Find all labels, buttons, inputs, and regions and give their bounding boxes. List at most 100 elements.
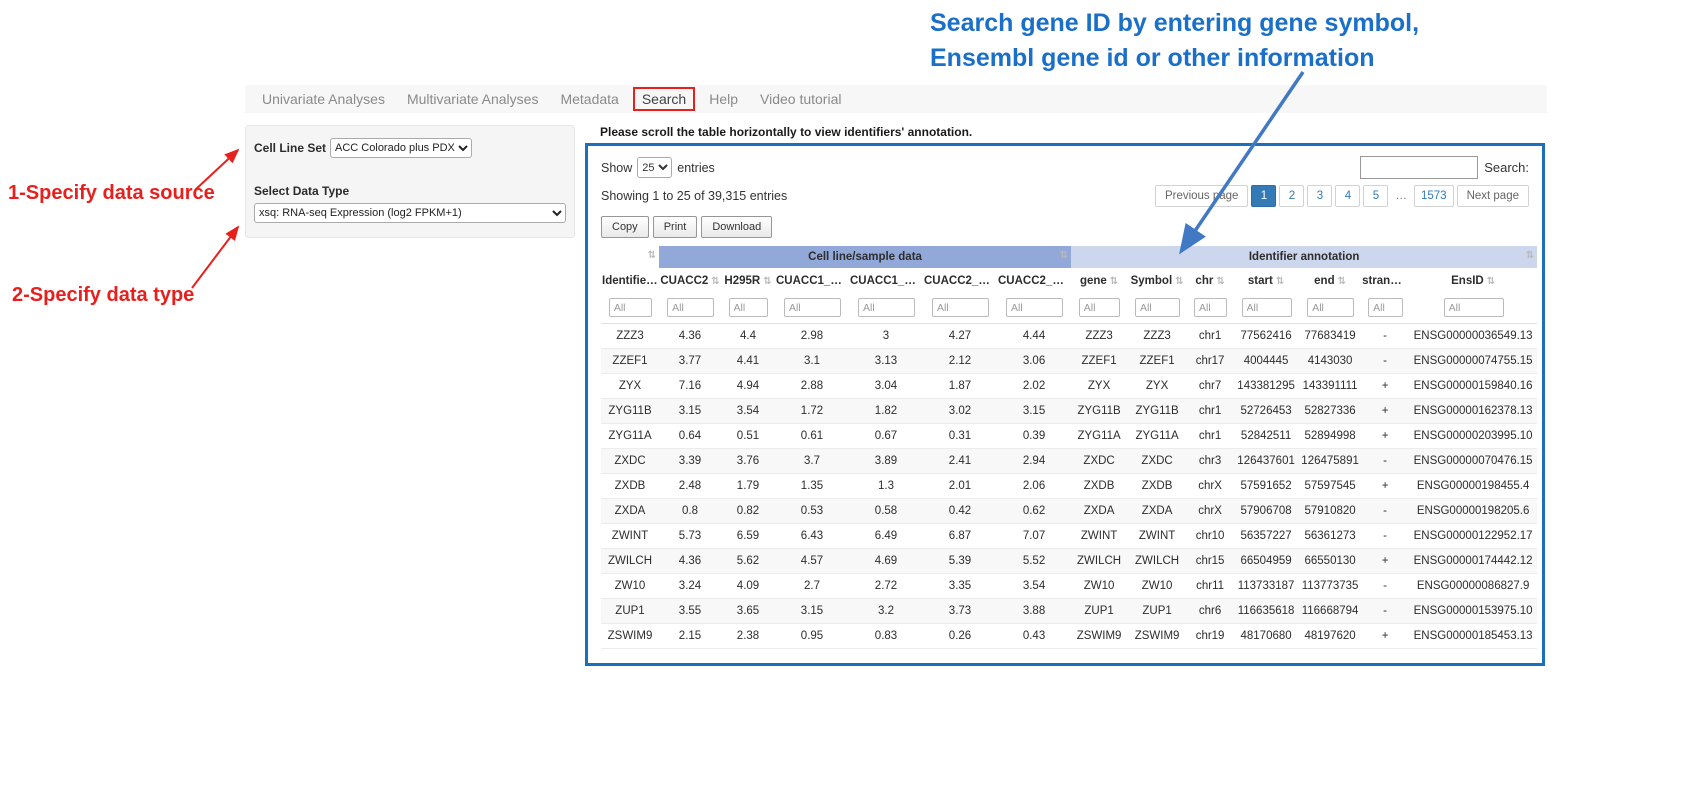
print-button[interactable]: Print	[653, 216, 698, 238]
column-header-identifier[interactable]: Identifier⇅	[601, 268, 659, 294]
nav-item-univariate-analyses[interactable]: Univariate Analyses	[251, 87, 396, 111]
filter-input-start[interactable]	[1242, 298, 1292, 317]
column-header-start[interactable]: start⇅	[1233, 268, 1299, 294]
annotation-step2: 2-Specify data type	[12, 284, 194, 307]
nav-item-search[interactable]: Search	[633, 87, 695, 111]
cell-chr: chr10	[1187, 524, 1233, 549]
cell-ensid: ENSG00000159840.16	[1409, 374, 1537, 399]
page-button-4[interactable]: 4	[1335, 185, 1360, 207]
sort-icon: ⇅	[1110, 276, 1118, 287]
pagination-ellipsis: …	[1391, 190, 1411, 202]
next-page-button[interactable]: Next page	[1457, 185, 1529, 207]
cell-ensid: ENSG00000036549.13	[1409, 324, 1537, 349]
table-row-zyx[interactable]: ZYX7.164.942.883.041.872.02ZYXZYXchr7143…	[601, 374, 1537, 399]
table-row-zwilch[interactable]: ZWILCH4.365.624.574.695.395.52ZWILCHZWIL…	[601, 549, 1537, 574]
cell-start: 113733187	[1233, 574, 1299, 599]
page-button-1[interactable]: 1	[1251, 185, 1276, 207]
cell-ensid: ENSG00000162378.13	[1409, 399, 1537, 424]
group-header-identifier-annotation[interactable]: Identifier annotation⇅	[1071, 246, 1537, 268]
data-type-select[interactable]: xsq: RNA-seq Expression (log2 FPKM+1)	[254, 203, 566, 223]
cell-cuacc2_f1: 5.39	[923, 549, 997, 574]
column-header-ensid[interactable]: EnsID⇅	[1409, 268, 1537, 294]
column-header-symbol[interactable]: Symbol⇅	[1127, 268, 1187, 294]
column-header-cuacc2_f2[interactable]: CUACC2_F2⇅	[997, 268, 1071, 294]
cell-start: 77562416	[1233, 324, 1299, 349]
column-header-cuacc1_f2[interactable]: CUACC1_F2⇅	[849, 268, 923, 294]
cell-gene: ZXDB	[1071, 474, 1127, 499]
cell-line-set-select[interactable]: ACC Colorado plus PDX	[330, 138, 472, 158]
cell-symbol: ZZZ3	[1127, 324, 1187, 349]
cell-chr: chr19	[1187, 624, 1233, 649]
filter-input-symbol[interactable]	[1135, 298, 1180, 317]
sort-icon: ⇅	[1175, 276, 1183, 287]
filter-input-cuacc2[interactable]	[667, 298, 714, 317]
table-row-zw10[interactable]: ZW103.244.092.72.723.353.54ZW10ZW10chr11…	[601, 574, 1537, 599]
cell-start: 57906708	[1233, 499, 1299, 524]
cell-symbol: ZW10	[1127, 574, 1187, 599]
filter-input-end[interactable]	[1307, 298, 1354, 317]
table-row-zyg11b[interactable]: ZYG11B3.153.541.721.823.023.15ZYG11BZYG1…	[601, 399, 1537, 424]
filter-input-cuacc1_f1[interactable]	[784, 298, 841, 317]
column-header-cuacc2_f1[interactable]: CUACC2_F1⇅	[923, 268, 997, 294]
nav-item-video-tutorial[interactable]: Video tutorial	[749, 87, 852, 111]
table-row-zwint[interactable]: ZWINT5.736.596.436.496.877.07ZWINTZWINTc…	[601, 524, 1537, 549]
column-header-cuacc1_f1[interactable]: CUACC1_F1⇅	[775, 268, 849, 294]
cell-cuacc2: 4.36	[659, 549, 721, 574]
download-button[interactable]: Download	[701, 216, 772, 238]
group-header-cell-line-sample-data[interactable]: Cell line/sample data⇅	[659, 246, 1071, 268]
filter-input-ensid[interactable]	[1444, 298, 1504, 317]
column-header-end[interactable]: end⇅	[1299, 268, 1361, 294]
copy-button[interactable]: Copy	[601, 216, 649, 238]
column-header-strand[interactable]: strand⇅	[1361, 268, 1409, 294]
page-button-3[interactable]: 3	[1307, 185, 1332, 207]
cell-symbol: ZWINT	[1127, 524, 1187, 549]
filter-cell-cuacc2_f2	[997, 294, 1071, 324]
cell-cuacc1_f2: 3.13	[849, 349, 923, 374]
filter-input-strand[interactable]	[1368, 298, 1403, 317]
previous-page-button[interactable]: Previous page	[1155, 185, 1249, 207]
filter-input-gene[interactable]	[1079, 298, 1121, 317]
column-header-gene[interactable]: gene⇅	[1071, 268, 1127, 294]
sort-icon: ⇅	[1216, 276, 1224, 287]
cell-start: 4004445	[1233, 349, 1299, 374]
page-button-2[interactable]: 2	[1279, 185, 1304, 207]
filter-input-cuacc2_f1[interactable]	[932, 298, 989, 317]
nav-item-help[interactable]: Help	[698, 87, 749, 111]
cell-symbol: ZYG11A	[1127, 424, 1187, 449]
cell-gene: ZYG11B	[1071, 399, 1127, 424]
table-search-input[interactable]	[1360, 156, 1478, 179]
cell-ensid: ENSG00000198205.6	[1409, 499, 1537, 524]
table-row-zxdc[interactable]: ZXDC3.393.763.73.892.412.94ZXDCZXDCchr31…	[601, 449, 1537, 474]
cell-ensid: ENSG00000153975.10	[1409, 599, 1537, 624]
filter-input-identifier[interactable]	[609, 298, 652, 317]
page-length-select[interactable]: 25	[637, 157, 672, 178]
table-row-zup1[interactable]: ZUP13.553.653.153.23.733.88ZUP1ZUP1chr61…	[601, 599, 1537, 624]
group-header-spacer[interactable]: ⇅	[601, 246, 659, 268]
page-button-1573[interactable]: 1573	[1414, 185, 1454, 207]
column-header-chr[interactable]: chr⇅	[1187, 268, 1233, 294]
filter-input-h295r[interactable]	[729, 298, 769, 317]
table-row-zxda[interactable]: ZXDA0.80.820.530.580.420.62ZXDAZXDAchrX5…	[601, 499, 1537, 524]
cell-cuacc1_f2: 1.82	[849, 399, 923, 424]
page-button-5[interactable]: 5	[1363, 185, 1388, 207]
cell-end: 52827336	[1299, 399, 1361, 424]
nav-item-multivariate-analyses[interactable]: Multivariate Analyses	[396, 87, 550, 111]
filter-input-chr[interactable]	[1194, 298, 1227, 317]
column-header-cuacc2[interactable]: CUACC2⇅	[659, 268, 721, 294]
filter-input-cuacc2_f2[interactable]	[1006, 298, 1063, 317]
table-row-zswim9[interactable]: ZSWIM92.152.380.950.830.260.43ZSWIM9ZSWI…	[601, 624, 1537, 649]
table-row-zzz3[interactable]: ZZZ34.364.42.9834.274.44ZZZ3ZZZ3chr17756…	[601, 324, 1537, 349]
cell-cuacc2: 5.73	[659, 524, 721, 549]
cell-cuacc2_f2: 3.54	[997, 574, 1071, 599]
nav-item-metadata[interactable]: Metadata	[549, 87, 629, 111]
sort-icon: ⇅	[1487, 276, 1495, 287]
table-row-zyg11a[interactable]: ZYG11A0.640.510.610.670.310.39ZYG11AZYG1…	[601, 424, 1537, 449]
table-row-zzef1[interactable]: ZZEF13.774.413.13.132.123.06ZZEF1ZZEF1ch…	[601, 349, 1537, 374]
filter-input-cuacc1_f2[interactable]	[858, 298, 915, 317]
column-header-h295r[interactable]: H295R⇅	[721, 268, 775, 294]
cell-symbol: ZWILCH	[1127, 549, 1187, 574]
cell-ensid: ENSG00000070476.15	[1409, 449, 1537, 474]
cell-h295r: 4.41	[721, 349, 775, 374]
cell-chr: chr17	[1187, 349, 1233, 374]
table-row-zxdb[interactable]: ZXDB2.481.791.351.32.012.06ZXDBZXDBchrX5…	[601, 474, 1537, 499]
